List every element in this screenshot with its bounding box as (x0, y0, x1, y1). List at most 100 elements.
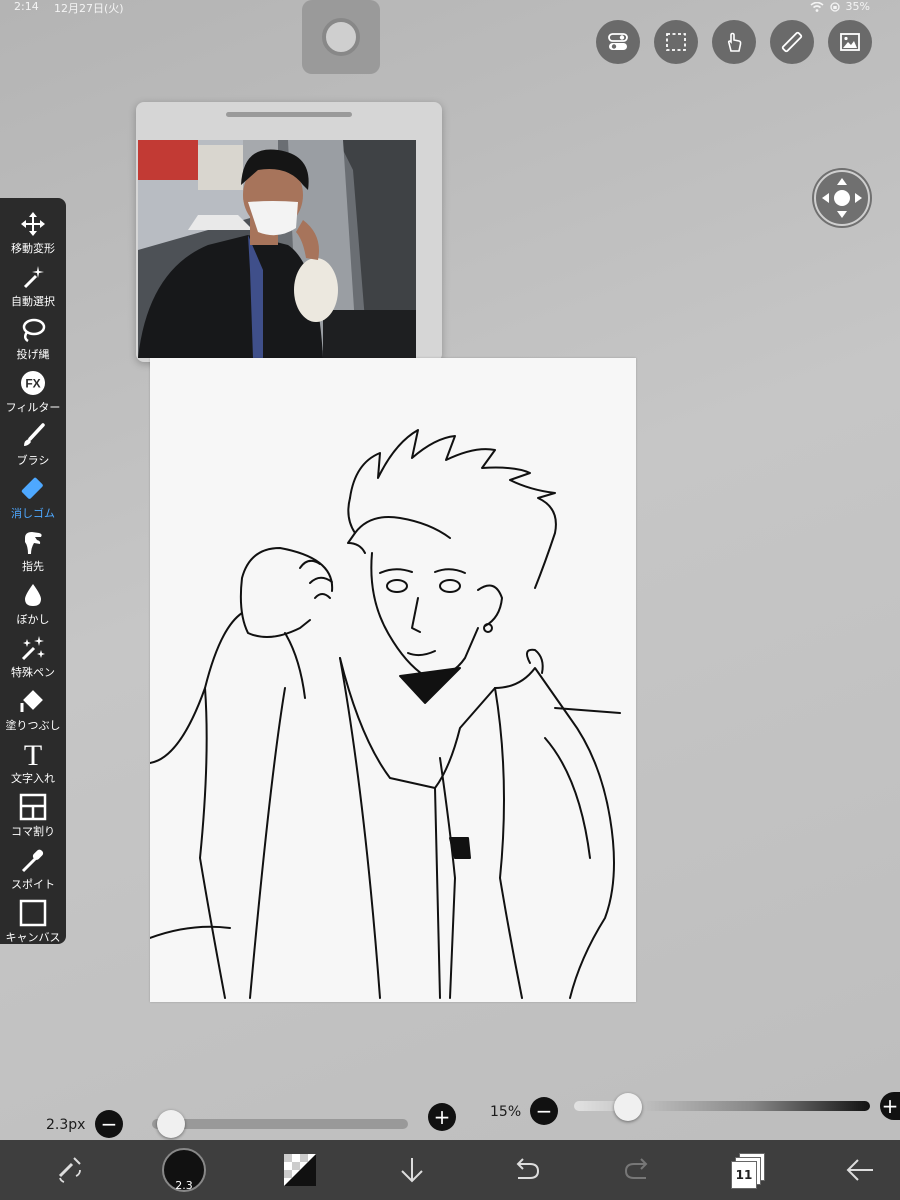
tool-auto-select[interactable]: 自動選択 (0, 257, 66, 310)
canvas-icon (19, 899, 47, 927)
minus-icon: − (535, 1099, 553, 1123)
touch-button[interactable] (712, 20, 756, 64)
drag-handle[interactable] (226, 112, 352, 117)
screen-record-button[interactable] (302, 0, 380, 74)
eraser-icon (21, 477, 43, 499)
pen-swap-icon (58, 1157, 81, 1183)
tool-label: キャンバス (5, 931, 61, 944)
minus-icon: − (100, 1112, 118, 1136)
tool-label: 消しゴム (11, 507, 55, 520)
image-material-icon (840, 33, 860, 51)
brush-icon (24, 423, 45, 446)
tool-lasso[interactable]: 投げ縄 (0, 310, 66, 363)
touch-hand-icon (727, 32, 742, 52)
tool-filter[interactable]: FX フィルター (0, 363, 66, 416)
plus-icon: + (881, 1094, 899, 1118)
selection-button[interactable] (654, 20, 698, 64)
tool-label: 特殊ペン (11, 666, 55, 679)
bucket-fill-icon (20, 690, 43, 712)
blur-drop-icon (25, 584, 41, 606)
tool-label: 投げ縄 (16, 348, 50, 361)
tool-special-pen[interactable]: 特殊ペン (0, 628, 66, 681)
tool-canvas[interactable]: キャンバス (0, 893, 66, 946)
tool-finger[interactable]: 指先 (0, 522, 66, 575)
layers-count: 11 (731, 1161, 757, 1189)
bottom-toolbar: 2.3 11 (0, 1140, 900, 1200)
tool-move-transform[interactable]: 移動変形 (0, 204, 66, 257)
tool-label: 移動変形 (11, 242, 55, 255)
sparkle-pen-icon (21, 636, 45, 661)
tool-label: 文字入れ (11, 772, 55, 785)
finger-smudge-icon (25, 532, 42, 554)
layers-icon: 11 (731, 1153, 765, 1189)
tool-brush[interactable]: ブラシ (0, 416, 66, 469)
ruler-button[interactable] (770, 20, 814, 64)
tool-label: 自動選択 (11, 295, 55, 308)
status-date: 12月27日(火) (54, 2, 124, 15)
brush-size-decrease-button[interactable]: − (95, 1110, 123, 1138)
secondary-color-button[interactable] (278, 1148, 322, 1192)
tool-label: スポイト (11, 878, 55, 891)
color-brush-button[interactable]: 2.3 (162, 1148, 206, 1192)
opacity-value: 15% (490, 1104, 522, 1120)
brush-size-knob[interactable] (156, 1110, 185, 1138)
undo-button[interactable] (504, 1148, 548, 1192)
toggle-button[interactable] (596, 20, 640, 64)
opacity-increase-button[interactable]: + (880, 1092, 900, 1120)
selection-rect-icon (666, 33, 686, 51)
status-bar: 2:14 12月27日(火) 35% (0, 0, 900, 18)
tool-label: 指先 (22, 560, 44, 573)
layers-button[interactable]: 11 (726, 1148, 770, 1192)
fx-filter-icon: FX (21, 371, 45, 395)
brush-size-value: 2.3px (46, 1117, 86, 1133)
redo-button[interactable] (616, 1148, 660, 1192)
tool-blur[interactable]: ぼかし (0, 575, 66, 628)
tool-panel-split[interactable]: コマ割り (0, 787, 66, 840)
tool-label: ぼかし (16, 613, 50, 626)
toggle-switch-icon (608, 33, 628, 50)
fx-text: FX (25, 377, 40, 391)
arrow-left-icon (846, 1159, 873, 1181)
arrow-down-icon (401, 1158, 423, 1183)
status-time: 2:14 (14, 0, 39, 13)
battery-percent: 35% (845, 0, 870, 13)
magic-wand-icon (23, 266, 44, 289)
panel-split-icon (19, 793, 47, 821)
tool-label: コマ割り (11, 825, 55, 838)
redo-icon (624, 1158, 648, 1179)
material-button[interactable] (828, 20, 872, 64)
opacity-knob[interactable] (614, 1093, 643, 1121)
color-brush-size: 2.3 (175, 1179, 193, 1192)
reference-window[interactable] (136, 102, 442, 362)
brush-size-increase-button[interactable]: + (428, 1103, 456, 1131)
ruler-icon (781, 31, 803, 53)
download-button[interactable] (390, 1148, 434, 1192)
plus-icon: + (433, 1105, 451, 1129)
tool-label: フィルター (5, 401, 61, 414)
status-right: 35% (810, 0, 870, 13)
back-button[interactable] (838, 1148, 882, 1192)
wifi-icon (810, 1, 824, 12)
tool-eyedropper[interactable]: スポイト (0, 840, 66, 893)
tool-panel: 移動変形 自動選択 投げ縄 FX フィルター ブラシ 消しゴム 指先 ぼかし 特… (0, 198, 66, 944)
tool-fill[interactable]: 塗りつぶし (0, 681, 66, 734)
undo-icon (516, 1158, 540, 1179)
move-transform-icon (21, 212, 45, 236)
brush-size-slider[interactable] (152, 1119, 408, 1129)
reference-photo (138, 140, 416, 358)
eyedropper-icon (21, 849, 44, 873)
tool-label: ブラシ (16, 454, 50, 467)
line-art-drawing (150, 429, 621, 999)
drawing-canvas[interactable] (150, 358, 636, 1002)
text-icon: T (24, 740, 42, 768)
tool-text[interactable]: T 文字入れ (0, 734, 66, 787)
pen-swap-button[interactable] (48, 1148, 92, 1192)
text-tool-glyph: T (24, 740, 42, 768)
transparent-color-icon (284, 1154, 316, 1186)
opacity-decrease-button[interactable]: − (530, 1097, 558, 1125)
canvas-move-pad[interactable] (812, 168, 872, 228)
current-color-swatch: 2.3 (162, 1148, 206, 1192)
tool-eraser[interactable]: 消しゴム (0, 469, 66, 522)
dpad-arrows-icon (814, 170, 870, 226)
record-ring-icon (322, 18, 360, 56)
